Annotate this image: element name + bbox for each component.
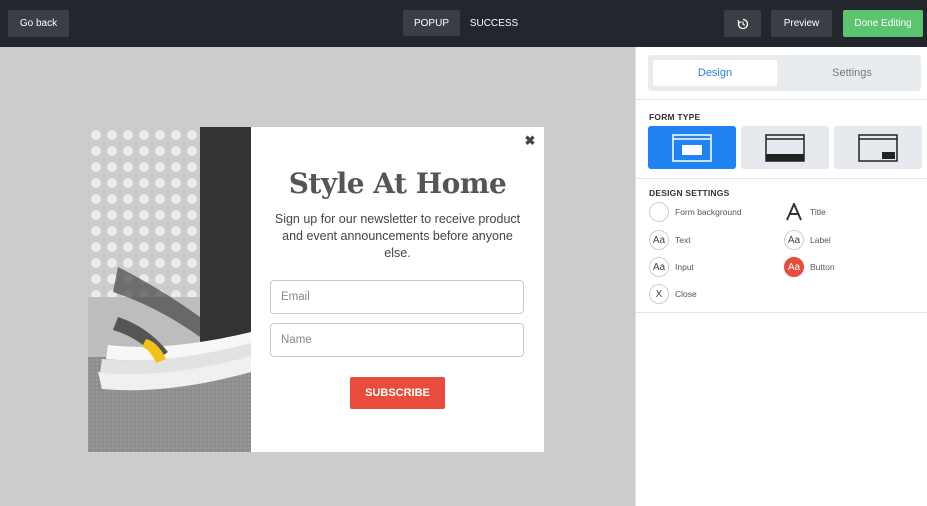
form-type-label: FORM TYPE: [649, 112, 701, 122]
setting-label: Input: [675, 262, 694, 272]
tab-design[interactable]: Design: [653, 60, 777, 86]
title-font-icon: [784, 202, 804, 222]
setting-close[interactable]: X Close: [649, 284, 697, 304]
history-icon: [736, 18, 748, 29]
form-type-popup[interactable]: [648, 126, 736, 169]
design-panel: Design Settings FORM TYPE DESIGN SETTING…: [635, 47, 927, 506]
popup-layout-icon: [672, 133, 712, 162]
popup-text: Sign up for our newsletter to receive pr…: [274, 212, 521, 260]
popup-close-icon[interactable]: ✖: [522, 133, 538, 149]
setting-text[interactable]: Aa Text: [649, 230, 691, 250]
setting-label-text: Label: [810, 235, 831, 245]
bar-layout-icon: [765, 133, 805, 162]
setting-label: Form background: [675, 207, 742, 217]
setting-label: Title: [810, 207, 826, 217]
done-editing-button[interactable]: Done Editing: [843, 10, 923, 37]
setting-label[interactable]: Aa Label: [784, 230, 831, 250]
name-field[interactable]: [270, 323, 524, 357]
top-bar: Go back POPUP SUCCESS Preview Done Editi…: [0, 0, 927, 47]
divider: [636, 312, 927, 313]
text-font-icon: Aa: [649, 230, 669, 250]
form-type-bar[interactable]: [741, 126, 829, 169]
button-style-icon: Aa: [784, 257, 804, 277]
slide-in-layout-icon: [858, 133, 898, 162]
setting-input[interactable]: Aa Input: [649, 257, 694, 277]
panel-tabs: Design Settings: [648, 55, 921, 91]
divider: [636, 178, 927, 179]
divider: [636, 99, 927, 100]
tab-success[interactable]: SUCCESS: [463, 10, 525, 36]
setting-label: Button: [810, 262, 835, 272]
form-background-swatch-icon: [649, 202, 669, 222]
tab-popup[interactable]: POPUP: [403, 10, 460, 36]
form-type-slide-in[interactable]: [834, 126, 922, 169]
popup-title: Style At Home: [288, 167, 507, 200]
setting-button[interactable]: Aa Button: [784, 257, 835, 277]
input-font-icon: Aa: [649, 257, 669, 277]
email-field[interactable]: [270, 280, 524, 314]
popup-preview[interactable]: ✖ Style At Home Sign up for our newslett…: [88, 127, 544, 452]
tab-settings[interactable]: Settings: [787, 60, 917, 86]
close-style-icon: X: [649, 284, 669, 304]
popup-image: [88, 127, 251, 452]
setting-title[interactable]: Title: [784, 202, 826, 222]
setting-form-background[interactable]: Form background: [649, 202, 742, 222]
subscribe-button[interactable]: SUBSCRIBE: [350, 377, 445, 409]
setting-label: Close: [675, 289, 697, 299]
label-font-icon: Aa: [784, 230, 804, 250]
design-settings-label: DESIGN SETTINGS: [649, 188, 730, 198]
setting-label: Text: [675, 235, 691, 245]
undo-button[interactable]: [724, 10, 761, 37]
preview-button[interactable]: Preview: [771, 10, 832, 37]
go-back-button[interactable]: Go back: [8, 10, 69, 37]
